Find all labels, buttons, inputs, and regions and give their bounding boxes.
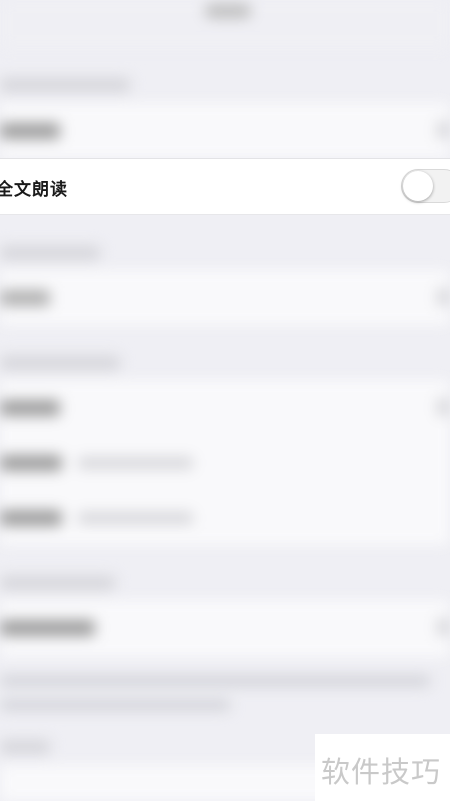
- section-header-blurred: [0, 246, 100, 260]
- watermark: 软件技巧: [315, 734, 450, 801]
- footnote-blurred: [0, 676, 430, 686]
- section-header-blurred: [0, 740, 50, 754]
- section-header-blurred: [0, 576, 115, 590]
- full-text-read-toggle[interactable]: [401, 169, 450, 203]
- blurred-background: [0, 0, 450, 801]
- settings-row-blurred[interactable]: [0, 103, 450, 158]
- nav-title-blurred: [205, 4, 251, 18]
- footnote-blurred: [0, 700, 230, 710]
- full-text-read-row[interactable]: 全文朗读: [0, 158, 450, 215]
- full-text-read-label: 全文朗读: [0, 180, 68, 200]
- section-header-blurred: [0, 356, 120, 370]
- settings-group-blurred: [0, 380, 450, 545]
- nav-bar: [0, 0, 450, 48]
- settings-row-blurred[interactable]: [0, 600, 450, 657]
- toggle-knob: [403, 171, 433, 201]
- section-header-blurred: [0, 78, 130, 92]
- settings-row-blurred[interactable]: [0, 270, 450, 325]
- watermark-text: 软件技巧: [321, 755, 442, 789]
